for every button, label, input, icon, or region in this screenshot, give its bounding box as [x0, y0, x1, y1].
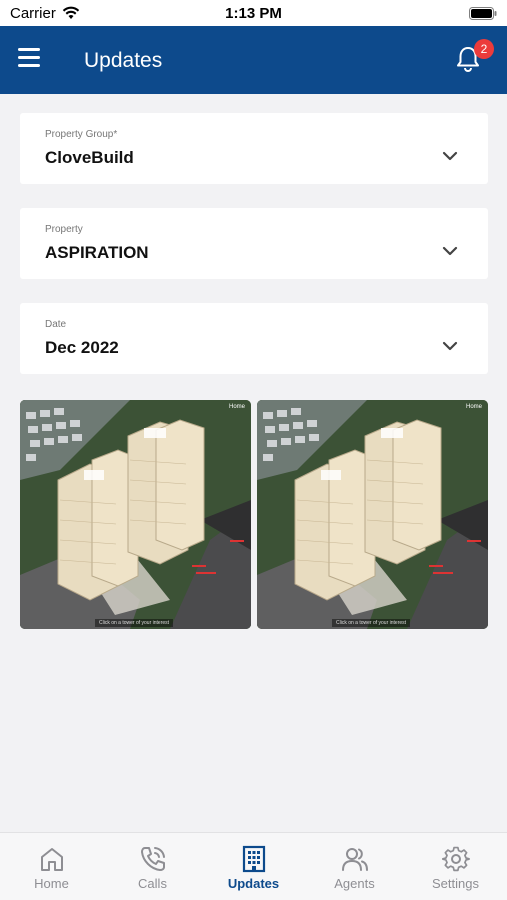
- gear-icon: [442, 846, 470, 872]
- property-select[interactable]: Property ASPIRATION: [20, 208, 488, 279]
- update-photo[interactable]: Home Click on a tower of your interest: [257, 400, 488, 629]
- home-tag: Home: [465, 404, 482, 410]
- clock: 1:13 PM: [225, 5, 282, 22]
- tab-label: Home: [34, 876, 69, 891]
- people-icon: [342, 848, 368, 871]
- date-label: Date: [45, 319, 67, 330]
- property-group-select[interactable]: Property Group* CloveBuild: [20, 113, 488, 184]
- chevron-down-icon: [442, 341, 458, 351]
- tab-label: Agents: [334, 876, 375, 891]
- notification-badge: 2: [474, 39, 494, 59]
- update-photo[interactable]: Home Click on a tower of your interest: [20, 400, 251, 629]
- status-bar: Carrier 1:13 PM: [0, 0, 507, 26]
- menu-icon: [18, 48, 40, 51]
- date-value: Dec 2022: [45, 338, 119, 357]
- tab-label: Updates: [227, 876, 280, 891]
- home-icon: [41, 848, 63, 871]
- battery-icon: [469, 7, 497, 20]
- chevron-down-icon: [442, 151, 458, 161]
- building-icon: [242, 845, 266, 873]
- tab-agents[interactable]: Agents: [304, 833, 405, 900]
- photo-hint: Click on a tower of your interest: [332, 619, 411, 627]
- tab-settings[interactable]: Settings: [405, 833, 506, 900]
- phone-icon: [141, 847, 165, 871]
- date-select[interactable]: Date Dec 2022: [20, 303, 488, 374]
- tab-home[interactable]: Home: [1, 833, 102, 900]
- page-title: Updates: [84, 49, 163, 72]
- property-group-value: CloveBuild: [45, 148, 134, 167]
- tab-updates[interactable]: Updates: [203, 833, 304, 900]
- app-header: Updates 2: [0, 26, 507, 94]
- tab-label: Calls: [138, 876, 167, 891]
- menu-button[interactable]: [18, 48, 44, 72]
- property-group-label: Property Group*: [45, 129, 118, 140]
- property-label: Property: [45, 224, 83, 235]
- home-tag: Home: [228, 404, 245, 410]
- photo-hint: Click on a tower of your interest: [95, 619, 174, 627]
- tab-label: Settings: [432, 876, 479, 891]
- tab-calls[interactable]: Calls: [102, 833, 203, 900]
- building-rendering-image: [257, 400, 488, 629]
- property-value: ASPIRATION: [45, 243, 149, 262]
- bottom-tab-bar: Home Calls Updates Agents Settings: [0, 832, 507, 900]
- chevron-down-icon: [442, 246, 458, 256]
- building-rendering-image: [20, 400, 251, 629]
